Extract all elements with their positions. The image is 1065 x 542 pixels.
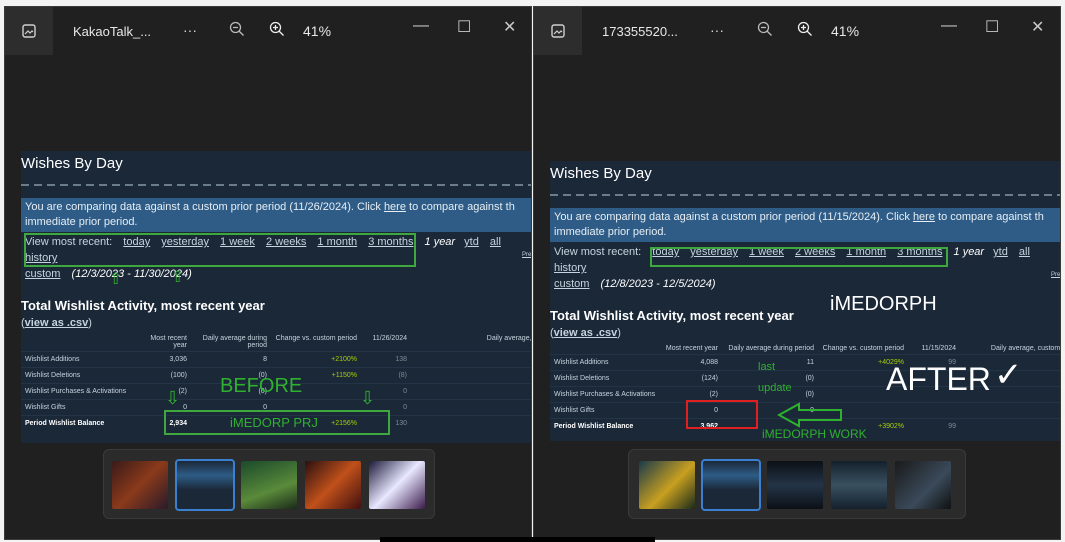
thumbnail-selected[interactable] bbox=[175, 459, 235, 511]
filmstrip bbox=[103, 449, 435, 519]
photos-app-icon[interactable] bbox=[5, 7, 53, 55]
close-button[interactable]: ✕ bbox=[503, 17, 516, 37]
view-as-csv-link[interactable]: view as .csv bbox=[554, 327, 618, 339]
zoom-in-icon[interactable] bbox=[269, 21, 285, 40]
range-ytd[interactable]: ytd bbox=[993, 246, 1008, 258]
pref-link[interactable]: Pref bbox=[522, 247, 531, 263]
range-custom[interactable]: custom bbox=[554, 278, 589, 290]
table-header: Most recent year Daily average during pe… bbox=[665, 345, 1061, 352]
taskbar-edge bbox=[380, 537, 655, 542]
section-title: Total Wishlist Activity, most recent yea… bbox=[21, 298, 265, 313]
page-title: Wishes By Day bbox=[21, 155, 123, 172]
view-label: View most recent: bbox=[554, 246, 642, 258]
csv-link-line: (view as .csv) bbox=[550, 327, 621, 339]
brand-label: iMEDORPH bbox=[830, 293, 937, 315]
update-label: update bbox=[758, 382, 792, 394]
zoom-level: 41% bbox=[303, 23, 332, 39]
file-name: 173355520... bbox=[602, 24, 678, 39]
down-arrow-icon: ⇩ bbox=[165, 388, 181, 408]
down-arrow-icon: ⇩ bbox=[360, 388, 376, 408]
more-options-button[interactable]: ··· bbox=[710, 22, 724, 38]
zoom-level: 41% bbox=[831, 23, 860, 39]
maximize-button[interactable]: ☐ bbox=[457, 17, 471, 37]
comparison-banner: You are comparing data against a custom … bbox=[550, 208, 1060, 242]
thumbnail[interactable] bbox=[369, 461, 425, 509]
left-arrow-icon bbox=[777, 402, 842, 428]
steam-stats-screenshot: Wishes By Day You are comparing data aga… bbox=[550, 161, 1061, 441]
check-icon: ✓ bbox=[994, 356, 1023, 394]
thumbnail[interactable] bbox=[895, 461, 951, 509]
file-name: KakaoTalk_... bbox=[73, 24, 152, 39]
minimize-button[interactable]: — bbox=[413, 17, 429, 35]
title-bar: KakaoTalk_... ··· 41% — ☐ ✕ bbox=[5, 7, 531, 57]
before-label: BEFORE bbox=[220, 375, 303, 397]
thumbnail[interactable] bbox=[831, 461, 887, 509]
section-title: Total Wishlist Activity, most recent yea… bbox=[550, 308, 794, 323]
up-arrow-icon: ⇧ bbox=[109, 271, 123, 288]
custom-range-dates: (12/8/2023 - 12/5/2024) bbox=[600, 278, 716, 290]
thumbnail[interactable] bbox=[241, 461, 297, 509]
thumbnail-selected[interactable] bbox=[701, 459, 761, 511]
page-title: Wishes By Day bbox=[550, 165, 652, 182]
here-link[interactable]: here bbox=[913, 211, 935, 223]
range-highlight-box bbox=[24, 233, 416, 267]
steam-stats-screenshot: Wishes By Day You are comparing data aga… bbox=[21, 151, 532, 443]
work-label: iMEDORPH WORK bbox=[762, 427, 867, 441]
thumbnail[interactable] bbox=[639, 461, 695, 509]
up-arrow-icon: ⇧ bbox=[171, 269, 185, 286]
here-link[interactable]: here bbox=[384, 201, 406, 213]
title-bar: 173355520... ··· 41% — ☐ ✕ bbox=[534, 7, 1060, 57]
range-custom[interactable]: custom bbox=[25, 268, 60, 280]
photo-viewer-window-left: KakaoTalk_... ··· 41% — ☐ ✕ Wishes By Da… bbox=[4, 6, 532, 540]
photo-viewer-window-right: 173355520... ··· 41% — ☐ ✕ Wishes By Day… bbox=[533, 6, 1061, 540]
image-canvas: Wishes By Day You are comparing data aga… bbox=[534, 57, 1060, 447]
zoom-out-icon[interactable] bbox=[757, 21, 773, 40]
photos-app-icon[interactable] bbox=[534, 7, 582, 55]
range-1-year: 1 year bbox=[953, 246, 985, 258]
pref-link[interactable]: Pref bbox=[1051, 267, 1060, 283]
csv-link-line: (view as .csv) bbox=[21, 317, 92, 329]
range-1-year: 1 year bbox=[424, 236, 456, 248]
range-highlight-box bbox=[650, 247, 948, 267]
range-ytd[interactable]: ytd bbox=[464, 236, 479, 248]
thumbnail[interactable] bbox=[767, 461, 823, 509]
close-button[interactable]: ✕ bbox=[1031, 17, 1044, 37]
maximize-button[interactable]: ☐ bbox=[985, 17, 999, 37]
divider bbox=[550, 194, 1060, 196]
table-row: Wishlist Additions 3,036 8 +2100% 138 bbox=[21, 351, 531, 368]
more-options-button[interactable]: ··· bbox=[183, 22, 197, 38]
table-header: Most recent year Daily average during pe… bbox=[150, 335, 532, 349]
minimize-button[interactable]: — bbox=[941, 17, 957, 35]
last-label: last bbox=[758, 361, 776, 373]
zoom-in-icon[interactable] bbox=[797, 21, 813, 40]
view-as-csv-link[interactable]: view as .csv bbox=[25, 317, 89, 329]
thumbnail[interactable] bbox=[112, 461, 168, 509]
filmstrip bbox=[628, 449, 966, 519]
thumbnail[interactable] bbox=[305, 461, 361, 509]
comparison-banner: You are comparing data against a custom … bbox=[21, 198, 531, 232]
after-label: AFTER bbox=[886, 361, 991, 397]
zoom-out-icon[interactable] bbox=[229, 21, 245, 40]
prj-label: iMEDORP PRJ bbox=[230, 415, 318, 430]
balance-red-box bbox=[686, 400, 758, 429]
divider bbox=[21, 184, 531, 186]
image-canvas: Wishes By Day You are comparing data aga… bbox=[5, 57, 531, 447]
